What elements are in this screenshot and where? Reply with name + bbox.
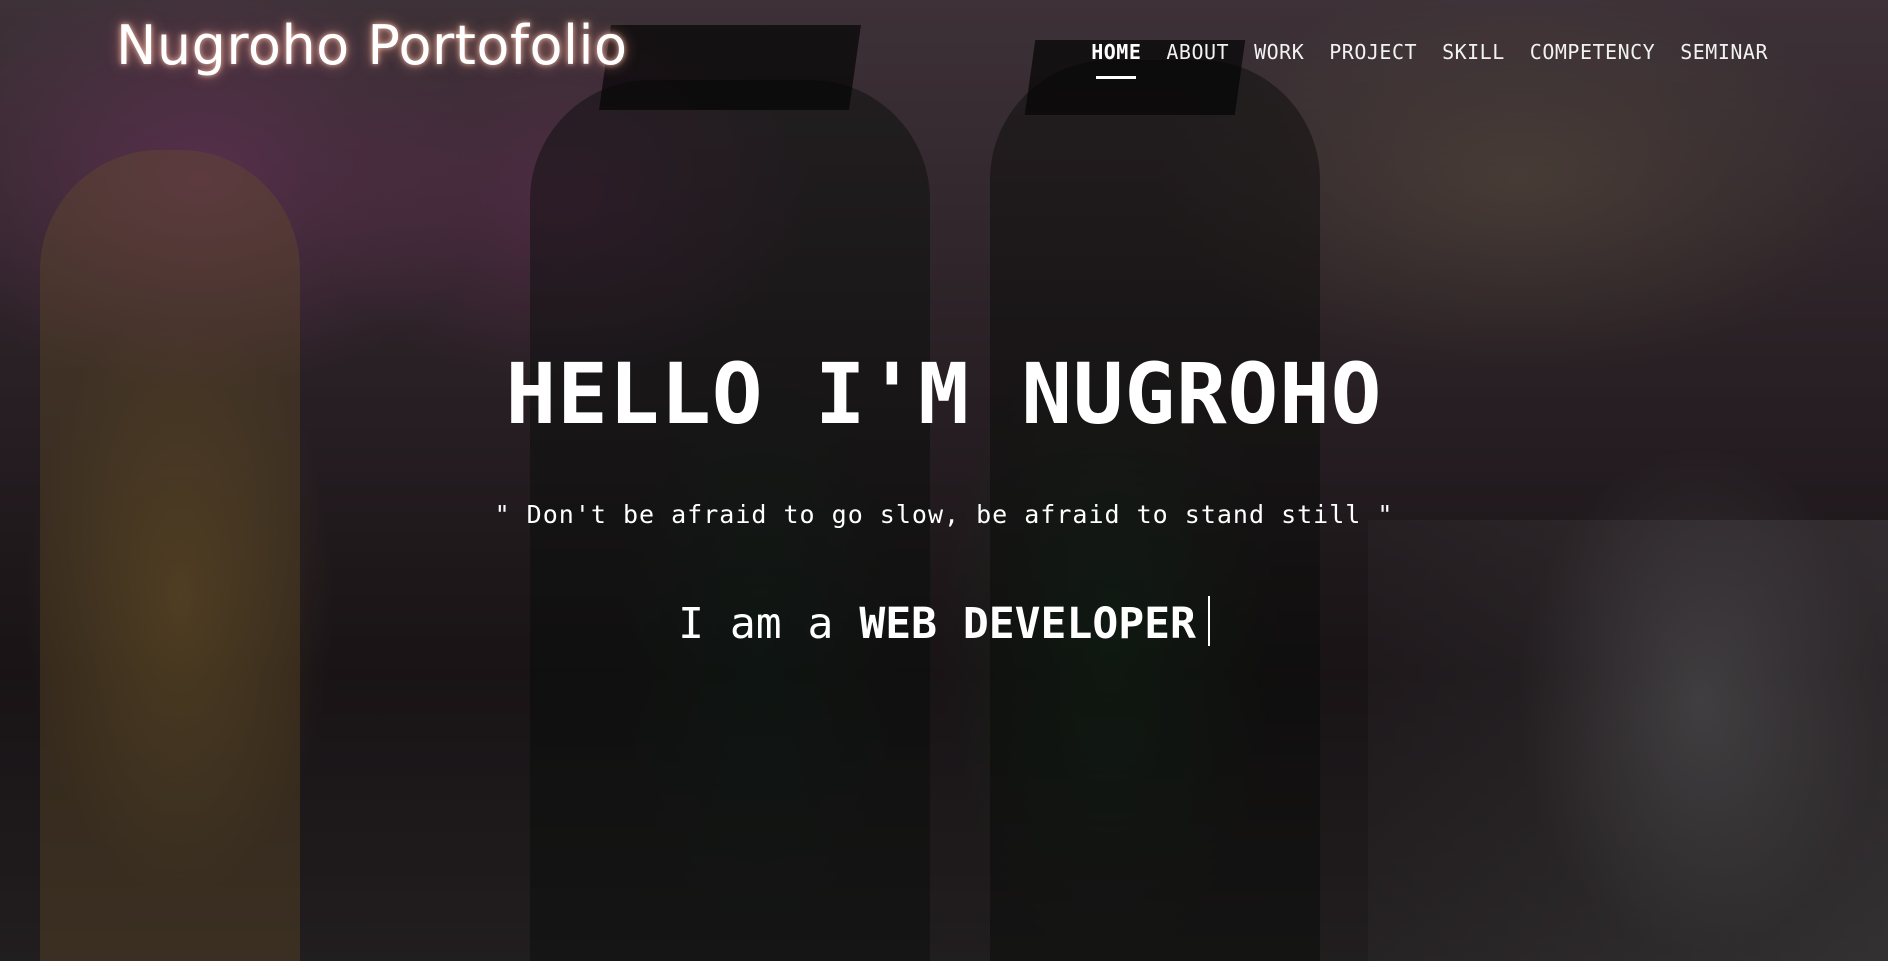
typed-prefix: I am a: [678, 599, 834, 649]
typed-role-line: I am a WEB DEVELOPER: [0, 596, 1888, 649]
typed-role: WEB DEVELOPER: [859, 599, 1196, 649]
brand-logo[interactable]: Nugroho Portofolio: [116, 14, 628, 77]
top-navbar: Nugroho Portofolio HOME ABOUT WORK PROJE…: [0, 0, 1888, 100]
nav-project[interactable]: PROJECT: [1329, 40, 1417, 64]
nav-about[interactable]: ABOUT: [1166, 40, 1229, 64]
hero-section: Nugroho Portofolio HOME ABOUT WORK PROJE…: [0, 0, 1888, 961]
main-nav: HOME ABOUT WORK PROJECT SKILL COMPETENCY…: [1091, 40, 1768, 64]
hero-headline: HELLO I'M NUGROHO: [505, 345, 1383, 443]
hero-quote: " Don't be afraid to go slow, be afraid …: [494, 500, 1394, 529]
nav-work[interactable]: WORK: [1254, 40, 1304, 64]
nav-seminar[interactable]: SEMINAR: [1680, 40, 1768, 64]
nav-home[interactable]: HOME: [1091, 40, 1141, 64]
nav-skill[interactable]: SKILL: [1442, 40, 1505, 64]
nav-competency[interactable]: COMPETENCY: [1530, 40, 1655, 64]
hero-photo-overlay: [0, 0, 1888, 961]
typing-caret: [1207, 596, 1210, 646]
